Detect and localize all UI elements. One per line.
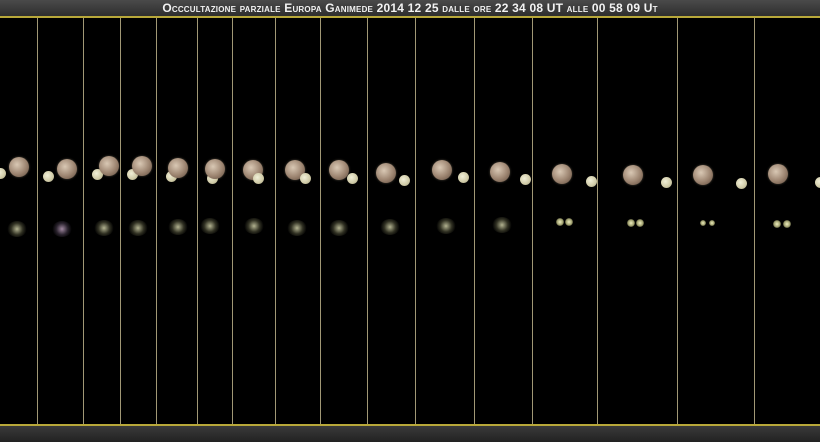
europa-disk	[347, 173, 358, 184]
merged-blur-image	[492, 217, 512, 233]
merged-blur-image	[380, 219, 400, 235]
frame-divider	[156, 18, 157, 424]
merged-blur-image	[200, 218, 220, 234]
ganymede-disk	[490, 162, 510, 182]
merged-blur-image	[244, 218, 264, 234]
europa-disk	[253, 173, 264, 184]
frame-strip	[0, 18, 820, 424]
resolved-pair-image	[700, 218, 722, 230]
ganymede-disk	[99, 156, 119, 176]
frame-divider	[83, 18, 84, 424]
europa-disk	[300, 173, 311, 184]
title-bar: Occcultazione parziale Europa Ganimede 2…	[0, 0, 820, 18]
europa-disk	[0, 168, 6, 179]
ganymede-disk	[205, 159, 225, 179]
ganymede-disk	[132, 156, 152, 176]
ganymede-disk	[693, 165, 713, 185]
frame-divider	[367, 18, 368, 424]
merged-blur-image	[436, 218, 456, 234]
europa-disk	[586, 176, 597, 187]
merged-blur-image	[52, 221, 72, 237]
resolved-pair-image	[627, 217, 649, 229]
ganymede-disk	[168, 158, 188, 178]
ganymede-disk	[768, 164, 788, 184]
europa-disk	[458, 172, 469, 183]
frame-divider	[275, 18, 276, 424]
resolved-pair-image	[556, 216, 578, 228]
bottom-bar	[0, 424, 820, 442]
merged-blur-image	[7, 221, 27, 237]
frame-divider	[37, 18, 38, 424]
frame-divider	[197, 18, 198, 424]
merged-blur-image	[94, 220, 114, 236]
europa-disk	[399, 175, 410, 186]
europa-disk	[43, 171, 54, 182]
merged-blur-image	[128, 220, 148, 236]
frame-divider	[532, 18, 533, 424]
merged-blur-image	[329, 220, 349, 236]
europa-disk	[815, 177, 820, 188]
frame-divider	[754, 18, 755, 424]
europa-disk	[520, 174, 531, 185]
frame-divider	[120, 18, 121, 424]
frame-divider	[677, 18, 678, 424]
merged-blur-image	[168, 219, 188, 235]
ganymede-disk	[432, 160, 452, 180]
frame-divider	[597, 18, 598, 424]
ganymede-disk	[552, 164, 572, 184]
frame-divider	[474, 18, 475, 424]
merged-blur-image	[287, 220, 307, 236]
frame-divider	[320, 18, 321, 424]
europa-disk	[736, 178, 747, 189]
ganymede-disk	[57, 159, 77, 179]
ganymede-disk	[623, 165, 643, 185]
ganymede-disk	[329, 160, 349, 180]
europa-disk	[661, 177, 672, 188]
ganymede-disk	[376, 163, 396, 183]
resolved-pair-image	[773, 218, 795, 230]
frame-divider	[415, 18, 416, 424]
page-title: Occcultazione parziale Europa Ganimede 2…	[162, 1, 658, 15]
frame-divider	[232, 18, 233, 424]
ganymede-disk	[9, 157, 29, 177]
